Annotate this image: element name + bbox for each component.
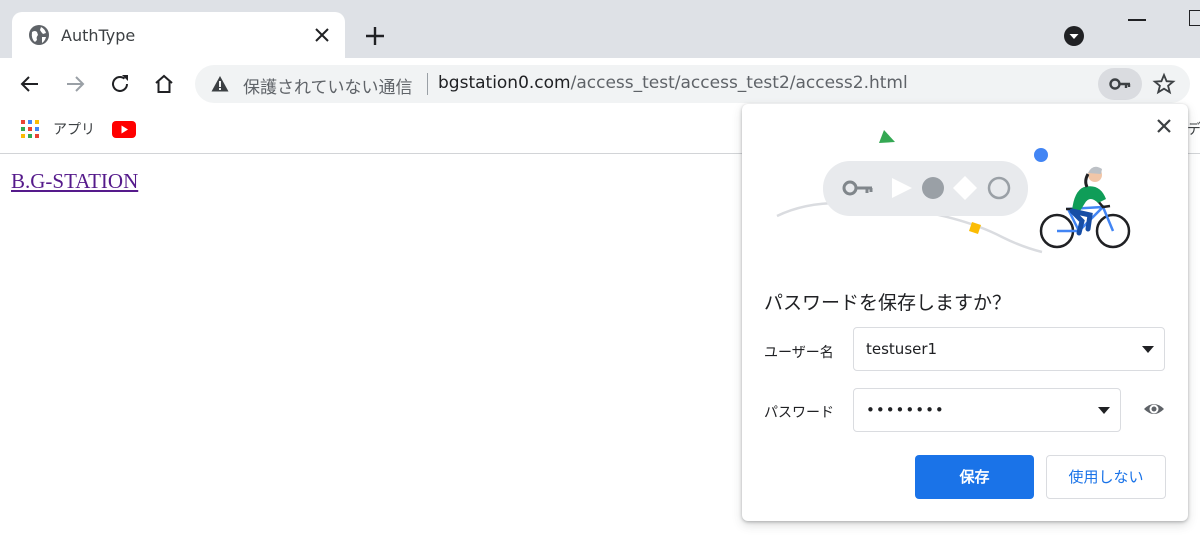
apps-bookmark-label[interactable]: アプリ [53, 119, 95, 139]
url-text[interactable]: bgstation0.com/access_test/access_test2/… [438, 73, 908, 93]
new-tab-icon[interactable] [363, 24, 387, 48]
home-icon[interactable] [152, 72, 176, 96]
back-icon[interactable] [18, 72, 42, 96]
password-illustration [776, 130, 1131, 254]
bookmark-star-icon[interactable] [1152, 72, 1176, 96]
url-host: bgstation0.com [438, 73, 571, 93]
address-bar[interactable]: 保護されていない通信 bgstation0.com/access_test/ac… [195, 65, 1190, 103]
youtube-icon[interactable] [112, 121, 136, 138]
username-value: testuser1 [866, 340, 938, 358]
omnibox-divider [427, 73, 428, 95]
dialog-title: パスワードを保存しますか？ [764, 292, 1012, 314]
password-value: •••••••• [866, 401, 945, 419]
apps-grid-icon[interactable] [21, 120, 39, 138]
minimize-button[interactable] [1128, 19, 1146, 21]
close-icon[interactable] [1154, 116, 1174, 136]
save-password-dialog: パスワードを保存しますか？ ユーザー名 testuser1 パスワード ••••… [742, 104, 1188, 521]
chevron-down-icon [1098, 407, 1110, 414]
tab-search-icon[interactable] [1063, 25, 1085, 47]
bookmark-overflow-label[interactable]: デ [1187, 119, 1200, 139]
tab-close-icon[interactable] [312, 25, 332, 45]
username-dropdown[interactable]: testuser1 [853, 327, 1165, 371]
chevron-down-icon [1142, 346, 1154, 353]
warning-icon[interactable] [211, 75, 229, 93]
password-label: パスワード [764, 405, 834, 421]
never-button[interactable]: 使用しない [1046, 455, 1166, 499]
show-password-eye-icon[interactable] [1143, 398, 1165, 420]
browser-toolbar: 保護されていない通信 bgstation0.com/access_test/ac… [0, 58, 1200, 110]
maximize-button[interactable] [1189, 10, 1200, 26]
save-button[interactable]: 保存 [915, 455, 1034, 499]
password-key-button[interactable] [1098, 68, 1142, 100]
forward-icon[interactable] [63, 72, 87, 96]
password-dropdown[interactable]: •••••••• [853, 388, 1121, 432]
url-path: /access_test/access_test2/access2.html [570, 73, 908, 93]
tab-strip: AuthType [0, 0, 1200, 59]
tab-title: AuthType [61, 26, 136, 45]
key-icon [1109, 78, 1131, 90]
browser-tab[interactable]: AuthType [12, 12, 345, 59]
reload-icon[interactable] [108, 72, 132, 96]
globe-icon [29, 25, 49, 45]
bg-station-link[interactable]: B.G-STATION [11, 169, 138, 194]
username-label: ユーザー名 [764, 345, 834, 361]
security-status-text[interactable]: 保護されていない通信 [243, 73, 413, 98]
